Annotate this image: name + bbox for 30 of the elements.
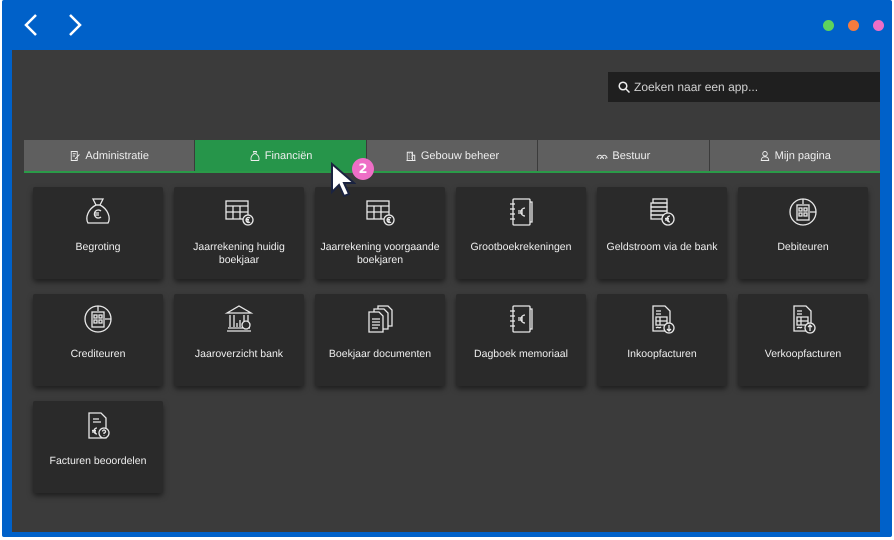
app-tile[interactable]: Begroting	[33, 187, 163, 279]
edit-icon	[69, 150, 82, 162]
app-tile[interactable]: Geldstroom via de bank	[597, 187, 727, 279]
app-tile[interactable]: Crediteuren	[33, 294, 163, 386]
category-tab[interactable]: Bestuur	[538, 140, 709, 171]
calculator-icon	[82, 303, 114, 335]
app-tile[interactable]: Verkoopfacturen	[738, 294, 868, 386]
app-tile[interactable]: Boekjaar documenten	[315, 294, 445, 386]
step-badge: 2	[352, 158, 374, 180]
app-tile[interactable]: Facturen beoordelen	[33, 401, 163, 493]
app-tile[interactable]: Jaaroverzicht bank	[174, 294, 304, 386]
category-tab[interactable]: Mijn pagina	[710, 140, 880, 171]
mouse-pointer-icon	[330, 162, 356, 198]
app-tile[interactable]: Inkoopfacturen	[597, 294, 727, 386]
building-icon	[404, 150, 417, 162]
window-control-dot[interactable]	[848, 20, 859, 30]
window-control-dot[interactable]	[823, 20, 834, 30]
person-icon	[758, 150, 771, 162]
search-icon	[618, 81, 630, 93]
money-bag-icon	[248, 150, 261, 162]
app-tile[interactable]: Jaarrekening voorgaande boekjaren	[315, 187, 445, 279]
window-control-dot[interactable]	[873, 20, 884, 30]
app-tile[interactable]: Grootboekrekeningen	[456, 187, 586, 279]
category-tab[interactable]: Administratie	[24, 140, 194, 171]
calculator-icon	[787, 196, 819, 228]
app-tile[interactable]: Debiteuren	[738, 187, 868, 279]
app-tile[interactable]: Dagboek memoriaal	[456, 294, 586, 386]
app-tile[interactable]: Jaarrekening huidig boekjaar	[174, 187, 304, 279]
category-tab[interactable]: Gebouw beheer	[366, 140, 538, 171]
search-field[interactable]: Zoeken naar een app...	[608, 72, 880, 102]
